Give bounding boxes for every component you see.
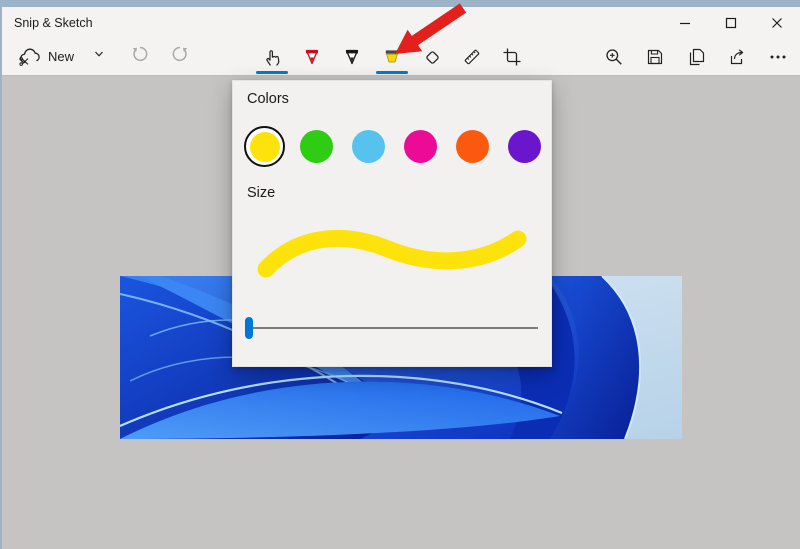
window-controls: [662, 7, 800, 38]
color-swatch-yellow-selected[interactable]: [244, 126, 285, 167]
new-snip-cloud-scissors-icon: [19, 48, 40, 66]
undo-button[interactable]: [128, 42, 152, 71]
pencil-tool[interactable]: [336, 38, 368, 75]
light-blue-swatch-fill: [352, 130, 385, 163]
crop-icon: [503, 48, 521, 65]
zoom-button[interactable]: [602, 42, 626, 72]
minimize-icon: [680, 22, 690, 24]
toolbar-left-group: New: [12, 42, 192, 71]
maximize-button[interactable]: [708, 7, 754, 38]
share-icon: [730, 48, 744, 64]
more-ellipsis-icon: [770, 55, 786, 58]
new-snip-button[interactable]: New: [12, 43, 80, 70]
color-swatch-light-blue[interactable]: [348, 126, 389, 167]
close-icon: [772, 17, 782, 28]
save-button[interactable]: [643, 42, 667, 72]
app-title: Snip & Sketch: [14, 15, 93, 30]
color-swatch-pink[interactable]: [400, 126, 441, 167]
close-button[interactable]: [754, 7, 800, 38]
more-options-button[interactable]: [766, 42, 790, 72]
touch-writing-tool[interactable]: [256, 38, 288, 75]
crop-tool[interactable]: [496, 38, 528, 75]
color-swatch-orange[interactable]: [452, 126, 493, 167]
save-floppy-icon: [647, 49, 663, 64]
highlighter-active-underline: [376, 71, 408, 74]
colors-section-label: Colors: [247, 91, 289, 107]
redo-icon: [172, 46, 188, 62]
pink-swatch-fill: [404, 130, 437, 163]
red-arrow-icon: [395, 3, 467, 54]
touch-writing-icon: [266, 49, 280, 66]
copy-icon: [689, 48, 705, 65]
new-button-label: New: [48, 49, 75, 64]
stroke-size-preview: [233, 221, 553, 301]
undo-icon: [132, 46, 148, 62]
new-options-dropdown[interactable]: [88, 43, 110, 70]
chevron-down-icon: [95, 51, 103, 57]
color-swatch-purple[interactable]: [504, 126, 545, 167]
snip-and-sketch-window: Snip & Sketch New Colors Size: [0, 0, 800, 549]
stroke-preview-wave: [257, 230, 527, 278]
yellow-swatch-fill: [249, 131, 280, 162]
color-swatch-row: [244, 126, 545, 167]
ballpoint-pen-icon: [305, 49, 319, 64]
toolbar-right-group: [602, 38, 790, 75]
copy-button[interactable]: [684, 42, 708, 72]
orange-swatch-fill: [456, 130, 489, 163]
ballpoint-pen-tool[interactable]: [296, 38, 328, 75]
zoom-magnifier-icon: [606, 48, 622, 65]
size-slider-thumb[interactable]: [245, 317, 253, 339]
redo-button[interactable]: [168, 42, 192, 71]
green-swatch-fill: [300, 130, 333, 163]
size-slider[interactable]: [233, 307, 553, 347]
touch-writing-active-underline: [256, 71, 288, 74]
pencil-icon: [345, 49, 359, 64]
size-slider-track[interactable]: [248, 327, 538, 329]
red-annotation-arrow: [385, 2, 477, 60]
window-left-edge: [0, 0, 2, 549]
maximize-icon: [725, 17, 737, 28]
highlighter-options-popup: Colors Size: [232, 80, 552, 367]
color-swatch-green[interactable]: [296, 126, 337, 167]
size-section-label: Size: [247, 185, 276, 201]
purple-swatch-fill: [508, 130, 541, 163]
share-button[interactable]: [725, 42, 749, 72]
minimize-button[interactable]: [662, 7, 708, 38]
